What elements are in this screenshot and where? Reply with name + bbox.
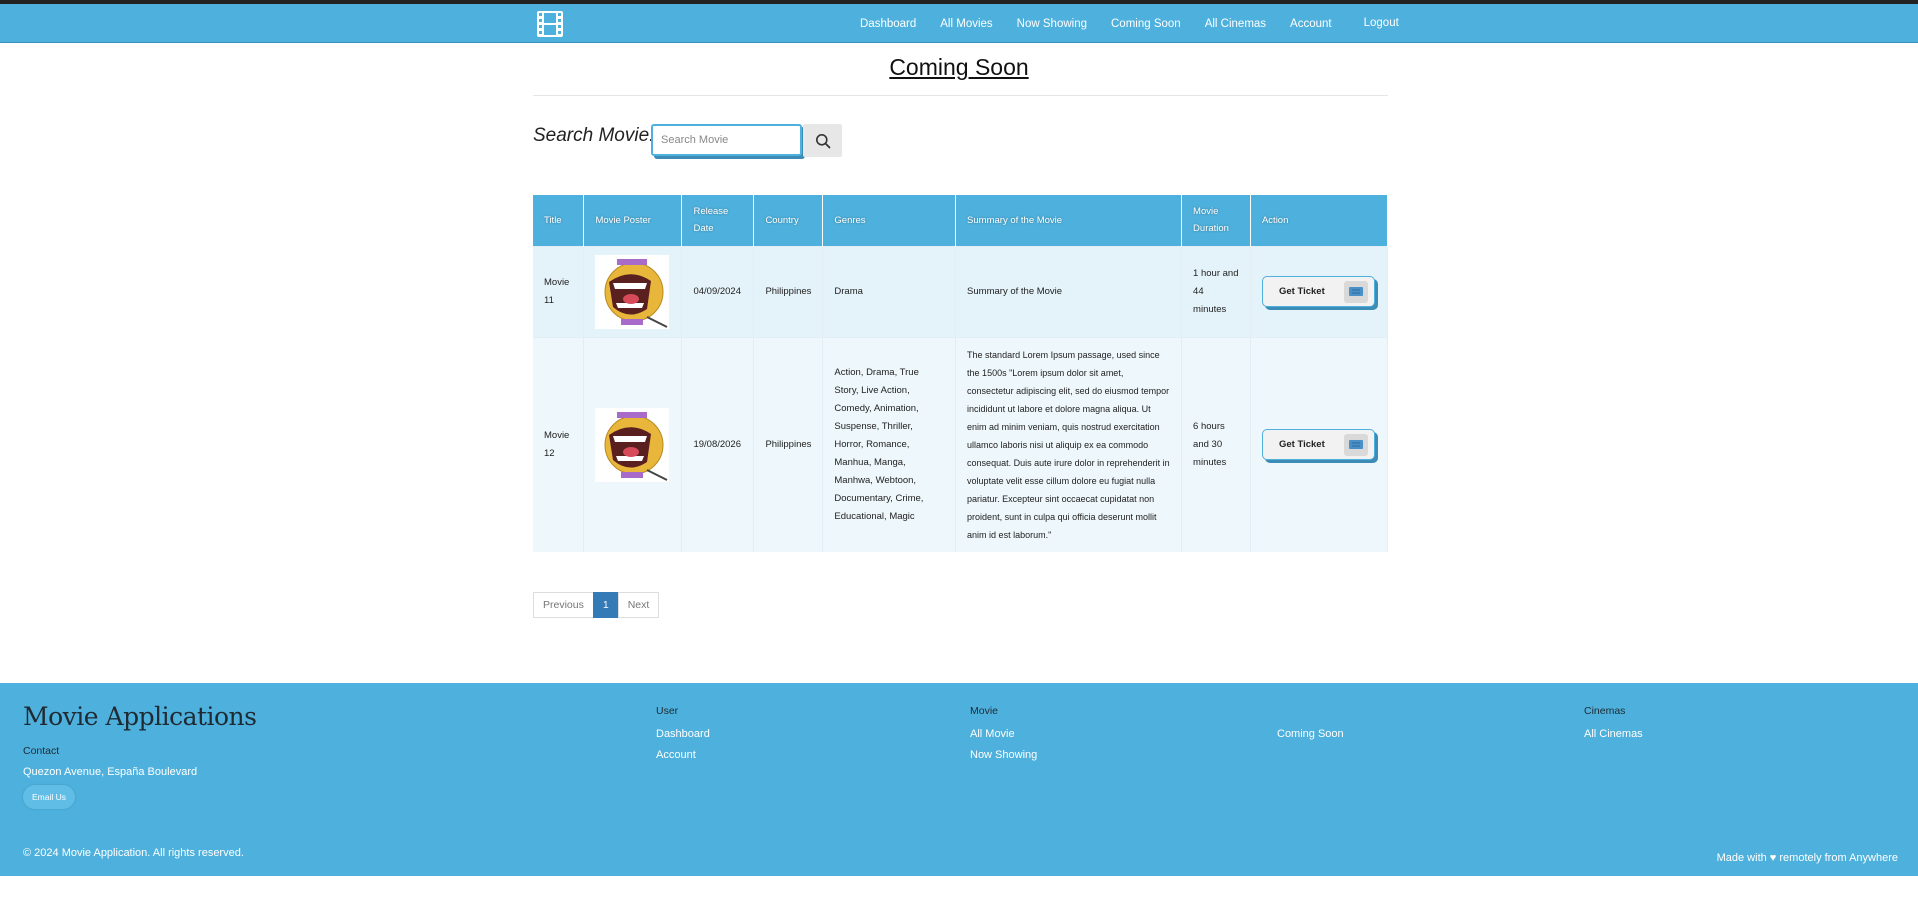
nav-links: Dashboard All Movies Now Showing Coming … bbox=[860, 4, 1423, 43]
cell-duration: 1 hour and 44 minutes bbox=[1181, 245, 1251, 337]
footer-contact-label: Contact bbox=[23, 745, 60, 757]
cell-country: Philippines bbox=[753, 245, 824, 337]
title-divider bbox=[533, 95, 1388, 96]
header-release-date[interactable]: Release Date bbox=[681, 195, 755, 246]
cell-release-date: 04/09/2024 bbox=[681, 245, 755, 337]
top-navbar: Dashboard All Movies Now Showing Coming … bbox=[0, 0, 1918, 43]
table-row: Movie 12 19/08/2026 Philippines Action, … bbox=[533, 336, 1389, 552]
footer-user-heading: User bbox=[656, 705, 679, 717]
pagination-previous[interactable]: Previous bbox=[533, 592, 594, 618]
pagination: Previous 1 Next bbox=[533, 592, 660, 618]
get-ticket-label: Get Ticket bbox=[1278, 285, 1325, 297]
cell-release-date: 19/08/2026 bbox=[681, 336, 755, 552]
footer-link-dashboard[interactable]: Dashboard bbox=[656, 728, 710, 740]
cell-poster bbox=[583, 245, 683, 337]
email-us-button[interactable]: Email Us bbox=[23, 785, 76, 809]
footer-address: Quezon Avenue, España Boulevard bbox=[23, 766, 198, 778]
footer-link-coming-soon[interactable]: Coming Soon bbox=[1277, 728, 1344, 740]
header-duration[interactable]: Movie Duration bbox=[1181, 195, 1251, 246]
cell-duration: 6 hours and 30 minutes bbox=[1181, 336, 1251, 552]
cell-genres: Drama bbox=[822, 245, 957, 337]
page-title: Coming Soon bbox=[889, 54, 1029, 80]
footer: Movie Applications Contact Quezon Avenue… bbox=[0, 683, 1918, 876]
cell-genres: Action, Drama, True Story, Live Action, … bbox=[822, 336, 957, 552]
cell-title: Movie 12 bbox=[533, 336, 585, 552]
footer-link-now-showing[interactable]: Now Showing bbox=[970, 749, 1037, 761]
search-icon bbox=[815, 133, 830, 148]
footer-link-all-movie[interactable]: All Movie bbox=[970, 728, 1015, 740]
table-header-row: Title Movie Poster Release Date Country … bbox=[533, 195, 1389, 246]
nav-account[interactable]: Account bbox=[1290, 18, 1332, 30]
footer-copyright: © 2024 Movie Application. All rights res… bbox=[23, 847, 244, 859]
header-action[interactable]: Action bbox=[1250, 195, 1389, 246]
footer-movie-heading: Movie bbox=[970, 705, 999, 717]
ticket-icon bbox=[1343, 280, 1368, 303]
header-title[interactable]: Title bbox=[533, 195, 585, 246]
cell-country: Philippines bbox=[753, 336, 824, 552]
cell-title: Movie 11 bbox=[533, 245, 585, 337]
nav-all-cinemas[interactable]: All Cinemas bbox=[1205, 18, 1266, 30]
header-genres[interactable]: Genres bbox=[822, 195, 957, 246]
footer-cinemas-heading: Cinemas bbox=[1584, 705, 1626, 717]
cell-action: Get Ticket bbox=[1250, 245, 1389, 337]
header-movie-poster[interactable]: Movie Poster bbox=[583, 195, 683, 246]
nav-now-showing[interactable]: Now Showing bbox=[1017, 18, 1087, 30]
get-ticket-label: Get Ticket bbox=[1278, 438, 1325, 450]
header-summary[interactable]: Summary of the Movie bbox=[955, 195, 1183, 246]
pagination-next[interactable]: Next bbox=[617, 592, 660, 618]
search-button[interactable] bbox=[803, 124, 842, 157]
pagination-page-1[interactable]: 1 bbox=[592, 592, 619, 618]
get-ticket-button[interactable]: Get Ticket bbox=[1261, 429, 1375, 461]
footer-brand: Movie Applications bbox=[23, 702, 257, 731]
header-country[interactable]: Country bbox=[753, 195, 824, 246]
footer-made-with: Made with ♥ remotely from Anywhere bbox=[1716, 852, 1898, 864]
cell-action: Get Ticket bbox=[1250, 336, 1389, 552]
nav-dashboard[interactable]: Dashboard bbox=[860, 18, 916, 30]
cell-summary: The standard Lorem Ipsum passage, used s… bbox=[955, 336, 1183, 552]
nav-logout[interactable]: Logout bbox=[1364, 17, 1399, 29]
footer-link-all-cinemas[interactable]: All Cinemas bbox=[1584, 728, 1643, 740]
nav-coming-soon[interactable]: Coming Soon bbox=[1111, 18, 1181, 30]
search-input[interactable] bbox=[651, 124, 802, 156]
movie-poster-image bbox=[595, 254, 670, 329]
footer-link-account[interactable]: Account bbox=[656, 749, 696, 761]
movies-table: Title Movie Poster Release Date Country … bbox=[533, 195, 1389, 552]
table-row: Movie 11 04/09/2024 Philippines Drama Su… bbox=[533, 245, 1389, 337]
movie-poster-image bbox=[595, 407, 670, 482]
cell-poster bbox=[583, 336, 683, 552]
ticket-icon bbox=[1343, 433, 1368, 456]
film-icon[interactable] bbox=[536, 10, 564, 38]
nav-all-movies[interactable]: All Movies bbox=[940, 18, 992, 30]
cell-summary: Summary of the Movie bbox=[955, 245, 1183, 337]
get-ticket-button[interactable]: Get Ticket bbox=[1261, 276, 1375, 307]
search-label: Search Movie: bbox=[533, 125, 655, 146]
